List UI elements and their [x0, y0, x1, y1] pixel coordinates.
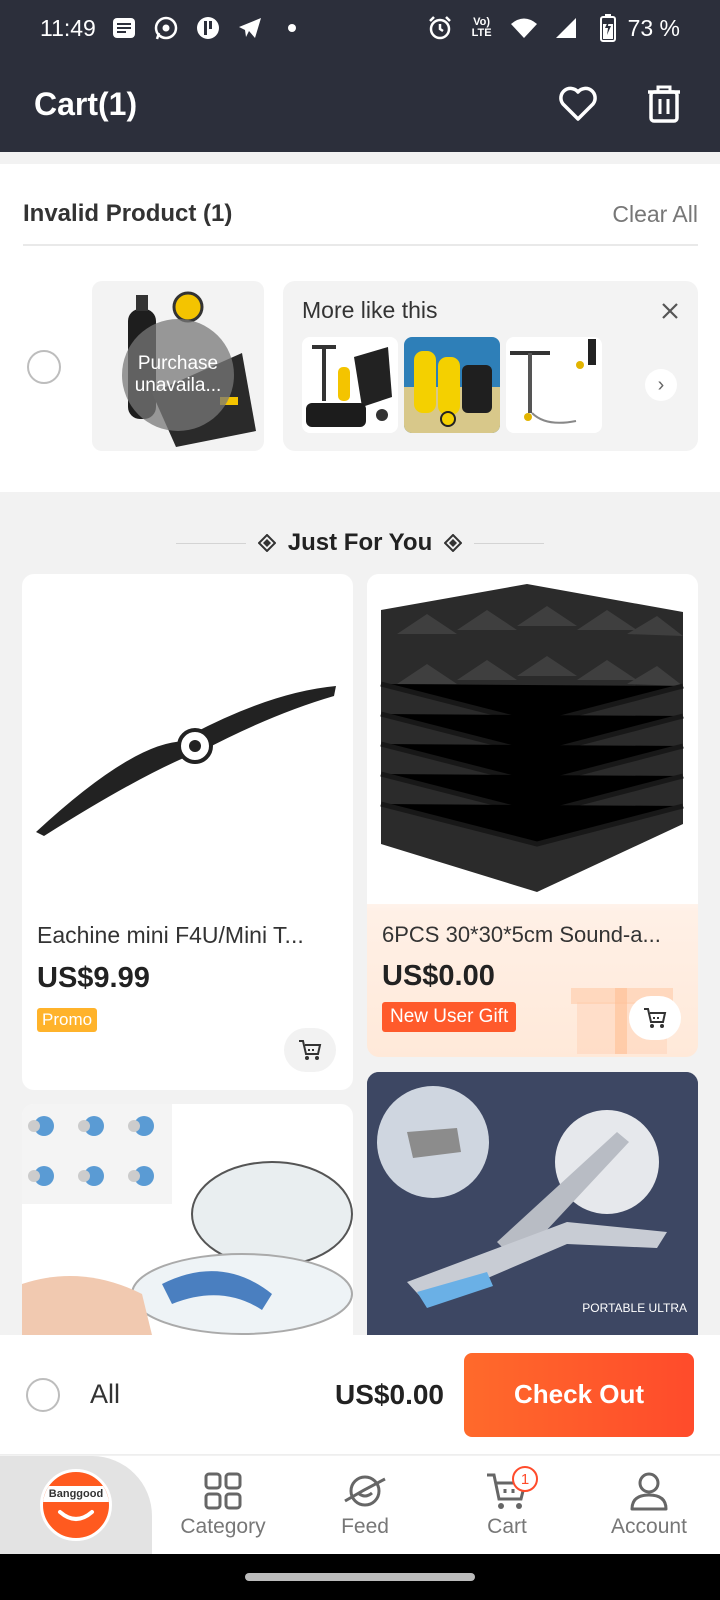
status-time: 11:49 — [40, 14, 96, 41]
cart-count-badge: 1 — [512, 1466, 538, 1492]
diamond-icon — [444, 534, 463, 552]
wifi-icon — [510, 14, 538, 42]
tab-account[interactable]: Account — [578, 1456, 720, 1554]
checkout-button[interactable]: Check Out — [464, 1352, 694, 1437]
tab-cart[interactable]: 1 Cart — [436, 1456, 578, 1554]
checkout-bar: All US$0.00 Check Out — [0, 1335, 720, 1455]
invalid-product-header: Invalid Product (1) Clear All — [23, 184, 698, 246]
tab-feed-label: Feed — [341, 1515, 389, 1538]
whatsapp-icon — [152, 14, 180, 42]
tab-account-label: Account — [611, 1515, 687, 1538]
logo-text: Banggood — [43, 1486, 109, 1502]
home-tab[interactable]: Banggood — [0, 1456, 152, 1554]
tab-cart-label: Cart — [487, 1515, 527, 1538]
new-user-gift-badge: New User Gift — [382, 1002, 517, 1032]
telegram-icon — [236, 14, 264, 42]
add-to-cart-button[interactable] — [629, 996, 681, 1040]
tab-category-label: Category — [180, 1515, 266, 1538]
recommended-product-1[interactable] — [302, 337, 398, 433]
battery-level: 73 % — [627, 14, 680, 41]
divider — [474, 542, 545, 544]
product-price: US$0.00 — [382, 960, 495, 992]
cart-total: US$0.00 — [335, 1378, 444, 1410]
add-to-cart-button[interactable] — [284, 1028, 336, 1072]
cart-icon — [644, 1008, 667, 1028]
volte-icon: Vo) LTE — [471, 16, 492, 39]
invalid-product-title: Invalid Product (1) — [23, 200, 233, 227]
divider — [175, 542, 246, 544]
product-card[interactable]: PORTABLE ULTRA — [367, 1072, 698, 1335]
banggood-logo: Banggood — [40, 1469, 112, 1541]
battery-icon — [594, 14, 622, 42]
promo-badge: Promo — [37, 1008, 98, 1032]
product-name[interactable]: Eachine mini F4U/Mini T... — [37, 922, 337, 949]
select-all-checkbox[interactable] — [26, 1377, 60, 1412]
select-all-label[interactable]: All — [90, 1379, 120, 1410]
home-gesture-handle[interactable] — [245, 1573, 475, 1581]
cart-header: Cart(1) — [0, 56, 720, 152]
product-image[interactable] — [367, 574, 698, 904]
bottom-nav: Banggood Category Feed 1 Cart Account — [0, 1456, 720, 1554]
signal-icon — [552, 14, 580, 42]
close-icon[interactable] — [656, 297, 684, 325]
tab-category[interactable]: Category — [152, 1456, 294, 1554]
product-image[interactable] — [22, 574, 353, 894]
purchase-unavailable-label: Purchase unavaila... — [122, 319, 234, 431]
status-bar: 11:49 Vo) LTE 73 % — [0, 0, 720, 56]
product-card[interactable] — [22, 1104, 353, 1335]
product-card[interactable]: Eachine mini F4U/Mini T... US$9.99 Promo — [22, 574, 353, 1090]
product-name[interactable]: 6PCS 30*30*5cm Sound-a... — [382, 922, 682, 948]
product-image[interactable]: PORTABLE ULTRA — [367, 1072, 698, 1335]
just-for-you-title: Just For You — [287, 529, 433, 556]
trash-icon[interactable] — [642, 82, 686, 126]
product-image[interactable] — [22, 1104, 353, 1335]
next-recommendation-button[interactable]: › — [645, 369, 677, 401]
message-icon — [110, 14, 138, 42]
grid-icon — [204, 1472, 242, 1510]
tab-feed[interactable]: Feed — [294, 1456, 436, 1554]
recommended-product-2[interactable] — [404, 337, 500, 433]
svg-text:PORTABLE ULTRA: PORTABLE ULTRA — [582, 1301, 687, 1315]
person-icon — [630, 1472, 668, 1511]
invalid-product-image[interactable]: Purchase unavaila... — [92, 281, 264, 451]
product-card[interactable]: 6PCS 30*30*5cm Sound-a... US$0.00 New Us… — [367, 574, 698, 1057]
app-icon — [194, 14, 222, 42]
recommended-product-3[interactable] — [506, 337, 602, 433]
invalid-product-checkbox[interactable] — [27, 350, 61, 384]
diamond-icon — [257, 534, 276, 552]
invalid-product-section: Invalid Product (1) Clear All Purchase u… — [0, 164, 720, 492]
alarm-icon — [426, 14, 454, 42]
product-price: US$9.99 — [37, 962, 150, 994]
clear-all-button[interactable]: Clear All — [612, 201, 698, 228]
more-like-this-title: More like this — [302, 297, 438, 323]
page-title: Cart(1) — [34, 85, 138, 122]
planet-icon — [344, 1475, 386, 1507]
heart-icon[interactable] — [556, 82, 600, 126]
more-like-this-panel: More like this › — [283, 281, 698, 451]
cart-icon — [299, 1040, 322, 1060]
just-for-you-heading: Just For You — [0, 523, 720, 563]
system-gesture-bar — [0, 1554, 720, 1600]
dot-icon — [278, 14, 306, 42]
